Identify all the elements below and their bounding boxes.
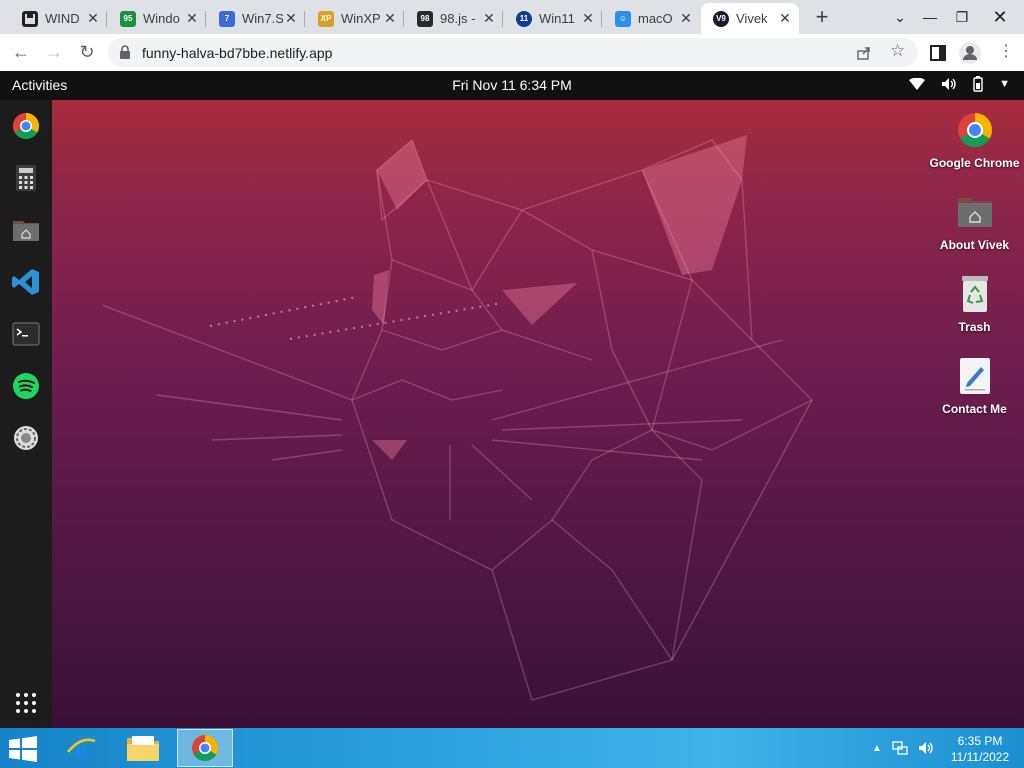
trash-icon bbox=[961, 276, 988, 312]
vscode-icon[interactable] bbox=[11, 267, 41, 297]
browser-tab[interactable]: 11 Win11 ✕ bbox=[504, 3, 602, 34]
tab-title: Vivek bbox=[736, 11, 768, 26]
win11-icon: 11 bbox=[516, 10, 532, 27]
taskbar-clock[interactable]: 6:35 PM 11/11/2022 bbox=[940, 733, 1020, 765]
browser-tab[interactable]: 95 Windo ✕ bbox=[108, 3, 206, 34]
lock-icon bbox=[120, 45, 130, 59]
browser-tab[interactable]: ☺ macO ✕ bbox=[603, 3, 700, 34]
tab-title: WinXP bbox=[341, 11, 381, 26]
menu-dots-icon[interactable]: ⋮ bbox=[998, 43, 1014, 61]
volume-icon bbox=[942, 78, 956, 90]
close-icon[interactable]: ✕ bbox=[382, 10, 398, 27]
windows-start-icon[interactable] bbox=[8, 736, 38, 762]
tab-title: Win7.S bbox=[242, 11, 283, 26]
taskbar-time: 6:35 PM bbox=[957, 734, 1003, 748]
bookmark-star-icon[interactable]: ☆ bbox=[890, 41, 905, 61]
desktop-icon-label: Contact Me bbox=[942, 402, 1007, 416]
browser-toolbar: ← → ↻ funny-halva-bd7bbe.netlify.app ☆ ⋮ bbox=[0, 34, 1024, 71]
chrome-icon bbox=[192, 734, 219, 762]
win95-icon: 95 bbox=[120, 10, 136, 27]
system-tray: ▲ bbox=[872, 728, 934, 768]
show-applications-icon[interactable] bbox=[16, 693, 36, 713]
ubuntu-top-bar: Activities Fri Nov 11 6:34 PM ▼ bbox=[0, 71, 1024, 100]
browser-tab[interactable]: 7 Win7.S ✕ bbox=[207, 3, 305, 34]
speaker-icon[interactable] bbox=[918, 741, 934, 755]
new-tab-button[interactable]: + bbox=[812, 5, 832, 29]
desktop-icon-label: Trash bbox=[958, 320, 991, 334]
chrome-icon bbox=[957, 113, 992, 147]
close-icon[interactable]: ✕ bbox=[580, 10, 596, 27]
wifi-icon bbox=[909, 78, 926, 90]
win7-icon: 7 bbox=[219, 10, 235, 27]
caret-down-icon: ▼ bbox=[999, 78, 1010, 90]
desktop-icon-contact-me[interactable]: Contact Me bbox=[925, 357, 1024, 416]
system-status-area[interactable]: ▼ bbox=[909, 76, 1010, 92]
show-hidden-icons-icon[interactable]: ▲ bbox=[872, 743, 882, 754]
calculator-icon[interactable] bbox=[11, 163, 41, 193]
tab-title: Win11 bbox=[539, 11, 575, 26]
tab-title: macO bbox=[638, 11, 673, 26]
ubuntu-dock bbox=[0, 100, 52, 728]
win98-icon: 98 bbox=[417, 10, 433, 27]
forward-button[interactable]: → bbox=[42, 40, 66, 64]
close-icon[interactable]: ✕ bbox=[777, 10, 793, 27]
winxp-icon: XP bbox=[318, 10, 334, 27]
tab-title: 98.js - bbox=[440, 11, 476, 26]
close-icon[interactable]: ✕ bbox=[283, 10, 299, 27]
url-text: funny-halva-bd7bbe.netlify.app bbox=[142, 45, 333, 61]
browser-tab[interactable]: XP WinXP ✕ bbox=[306, 3, 404, 34]
desktop-icon-about-vivek[interactable]: About Vivek bbox=[925, 193, 1024, 252]
share-icon[interactable] bbox=[856, 45, 872, 61]
network-icon[interactable] bbox=[892, 741, 908, 755]
taskbar-date: 11/11/2022 bbox=[950, 750, 1010, 764]
svg-text:e: e bbox=[74, 733, 87, 764]
browser-tabstrip: WIND ✕ 95 Windo ✕ 7 Win7.S ✕ XP WinXP ✕ … bbox=[0, 0, 1024, 34]
browser-tab[interactable]: WIND ✕ bbox=[10, 3, 107, 34]
settings-icon[interactable] bbox=[11, 423, 41, 453]
address-bar[interactable]: funny-halva-bd7bbe.netlify.app ☆ bbox=[108, 38, 918, 67]
browser-tab-active[interactable]: V9 Vivek ✕ bbox=[701, 3, 799, 34]
chrome-icon[interactable] bbox=[11, 111, 41, 141]
chrome-taskbar-button[interactable] bbox=[177, 729, 233, 767]
close-window-button[interactable]: ✕ bbox=[984, 0, 1016, 34]
floppy-icon bbox=[22, 10, 38, 27]
desktop-icon-label: About Vivek bbox=[939, 238, 1010, 252]
tab-title: WIND bbox=[45, 11, 80, 26]
home-folder-icon[interactable] bbox=[11, 215, 41, 245]
internet-explorer-icon[interactable]: e bbox=[53, 729, 109, 767]
battery-icon bbox=[973, 76, 983, 92]
tab-title: Windo bbox=[143, 11, 180, 26]
file-explorer-icon[interactable] bbox=[115, 729, 171, 767]
desktop-icon-label: Google Chrome bbox=[929, 156, 1020, 170]
profile-avatar-icon[interactable] bbox=[958, 41, 982, 65]
top-bar-clock[interactable]: Fri Nov 11 6:34 PM bbox=[0, 77, 1024, 93]
spotify-icon[interactable] bbox=[11, 371, 41, 401]
minimize-button[interactable]: — bbox=[914, 0, 946, 34]
close-icon[interactable]: ✕ bbox=[481, 10, 497, 27]
back-button[interactable]: ← bbox=[9, 40, 33, 64]
reload-button[interactable]: ↻ bbox=[75, 40, 99, 64]
edit-icon bbox=[959, 358, 990, 394]
ubuntu-desktop: Activities Fri Nov 11 6:34 PM ▼ Google C… bbox=[0, 71, 1024, 728]
finder-icon: ☺ bbox=[615, 10, 631, 27]
browser-tab[interactable]: 98 98.js - ✕ bbox=[405, 3, 503, 34]
v9-icon: V9 bbox=[713, 10, 729, 27]
restore-button[interactable]: ❐ bbox=[946, 0, 978, 34]
desktop-icon-trash[interactable]: Trash bbox=[925, 275, 1024, 334]
tab-search-chevron-icon[interactable]: ⌄ bbox=[884, 0, 916, 34]
close-icon[interactable]: ✕ bbox=[85, 10, 101, 27]
close-icon[interactable]: ✕ bbox=[678, 10, 694, 27]
windows-taskbar: e ▲ 6:35 PM 11/11/2022 bbox=[0, 728, 1024, 768]
desktop-icon-google-chrome[interactable]: Google Chrome bbox=[925, 111, 1024, 170]
wallpaper-cat-illustration bbox=[101, 135, 814, 701]
side-panel-icon[interactable] bbox=[930, 45, 946, 61]
close-icon[interactable]: ✕ bbox=[184, 10, 200, 27]
home-folder-icon bbox=[957, 198, 992, 227]
terminal-icon[interactable] bbox=[11, 319, 41, 349]
